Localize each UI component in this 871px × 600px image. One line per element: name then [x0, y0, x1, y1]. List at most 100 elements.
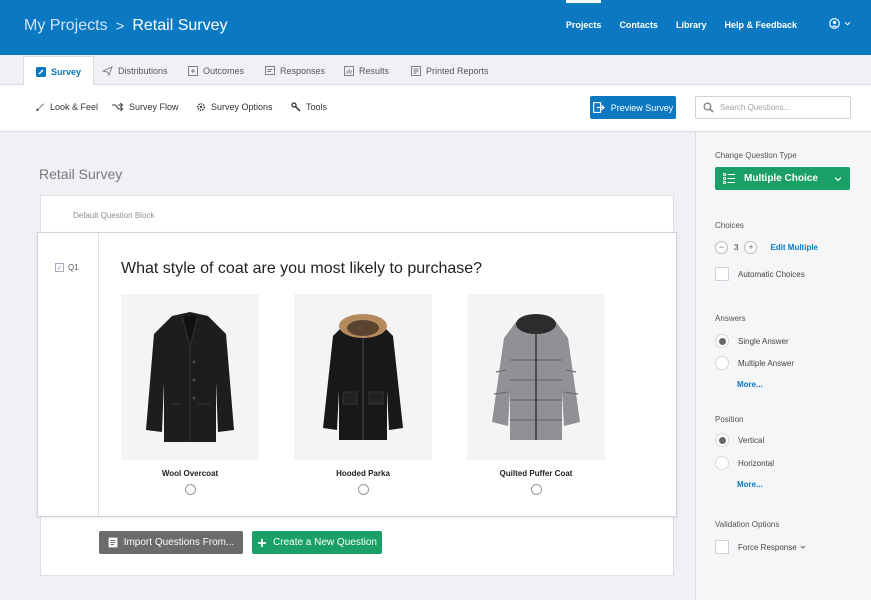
- user-menu[interactable]: [829, 18, 851, 29]
- tab-survey[interactable]: Survey: [23, 56, 95, 86]
- choice-label: Hooded Parka: [336, 469, 390, 478]
- breadcrumb-current: Retail Survey: [132, 17, 228, 34]
- results-icon: [344, 65, 354, 76]
- question-text[interactable]: What style of coat are you most likely t…: [121, 260, 482, 278]
- top-nav: Projects Contacts Library Help & Feedbac…: [565, 0, 797, 30]
- checkbox-icon: ✓: [55, 263, 64, 272]
- tab-results[interactable]: Results: [344, 56, 389, 85]
- import-questions-button[interactable]: Import Questions From...: [99, 531, 243, 554]
- search-box: [695, 96, 851, 119]
- vertical-radio[interactable]: [715, 433, 729, 447]
- preview-survey-button[interactable]: Preview Survey: [590, 96, 676, 119]
- nav-help-feedback[interactable]: Help & Feedback: [724, 20, 797, 30]
- choices-stepper: − 3 + Edit Multiple: [715, 241, 818, 254]
- question-select[interactable]: ✓ Q1: [55, 263, 79, 272]
- tab-printed-reports-label: Printed Reports: [426, 65, 489, 76]
- question-card[interactable]: ✓ Q1 What style of coat are you most lik…: [37, 232, 677, 517]
- tab-distributions[interactable]: Distributions: [102, 56, 168, 85]
- question-gutter: ✓ Q1: [38, 233, 99, 516]
- force-response-checkbox[interactable]: [715, 540, 729, 554]
- nav-library[interactable]: Library: [676, 20, 707, 30]
- edit-multiple-link[interactable]: Edit Multiple: [770, 243, 818, 252]
- plus-icon: [258, 538, 267, 547]
- tab-results-label: Results: [359, 65, 390, 76]
- send-icon: [102, 65, 113, 76]
- survey-flow-label: Survey Flow: [129, 102, 179, 112]
- survey-options-label: Survey Options: [211, 102, 273, 112]
- chevron-down-icon: [834, 176, 842, 181]
- caret-down-icon[interactable]: [800, 544, 806, 550]
- breadcrumb: My Projects > Retail Survey: [24, 17, 228, 35]
- answers-more-link[interactable]: More...: [737, 380, 763, 389]
- automatic-choices-label: Automatic Choices: [738, 269, 805, 279]
- wrench-icon: [291, 102, 301, 112]
- choice-item[interactable]: Hooded Parka: [294, 294, 432, 495]
- multiple-answer-label: Multiple Answer: [738, 358, 795, 368]
- top-bar: My Projects > Retail Survey Projects Con…: [0, 0, 871, 55]
- paint-brush-icon: [36, 103, 44, 111]
- choice-label: Wool Overcoat: [161, 469, 219, 478]
- chevron-down-icon: [844, 21, 851, 26]
- choice-item[interactable]: Wool Overcoat: [121, 294, 259, 495]
- tab-survey-label: Survey: [51, 66, 82, 77]
- question-type-value: Multiple Choice: [744, 173, 818, 184]
- wool-overcoat-image: [121, 294, 259, 460]
- question-options-panel: Change Question Type Multiple Choice Cho…: [695, 132, 871, 600]
- breadcrumb-my-projects[interactable]: My Projects: [24, 17, 108, 35]
- question-number: Q1: [68, 263, 79, 272]
- horizontal-radio[interactable]: [715, 456, 729, 470]
- user-circle-icon: [829, 18, 840, 29]
- survey-flow-button[interactable]: Survey Flow: [111, 102, 179, 112]
- pencil-icon: [36, 66, 46, 77]
- horizontal-label: Horizontal: [738, 458, 775, 468]
- single-answer-label: Single Answer: [738, 336, 789, 346]
- choices-count: 3: [734, 243, 739, 252]
- choice-label: Quilted Puffer Coat: [499, 469, 573, 478]
- nav-projects[interactable]: Projects: [565, 0, 601, 30]
- question-type-dropdown[interactable]: Multiple Choice: [715, 167, 850, 190]
- decrease-choices-button[interactable]: −: [715, 241, 728, 254]
- choice-radio[interactable]: [184, 484, 196, 495]
- survey-options-button[interactable]: Survey Options: [196, 102, 273, 112]
- choice-radio[interactable]: [530, 484, 542, 495]
- nav-contacts[interactable]: Contacts: [619, 20, 658, 30]
- look-feel-label: Look & Feel: [50, 102, 99, 112]
- tab-responses-label: Responses: [280, 65, 326, 76]
- gear-icon: [196, 102, 206, 112]
- tab-outcomes-label: Outcomes: [203, 65, 245, 76]
- tab-outcomes[interactable]: Outcomes: [188, 56, 244, 85]
- create-question-button[interactable]: Create a New Question: [252, 531, 382, 554]
- validation-options-label: Validation Options: [715, 520, 780, 529]
- choices-label: Choices: [715, 221, 744, 230]
- block-name[interactable]: Default Question Block: [73, 211, 154, 220]
- look-feel-button[interactable]: Look & Feel: [35, 102, 98, 112]
- document-icon: [108, 537, 118, 548]
- survey-toolbar: Look & Feel Survey Flow Survey Options T…: [0, 85, 871, 132]
- search-questions-input[interactable]: [720, 103, 840, 112]
- tab-bar: Survey Distributions Outcomes Responses …: [0, 55, 871, 86]
- responses-icon: [265, 65, 275, 75]
- tab-responses[interactable]: Responses: [265, 56, 325, 85]
- vertical-label: Vertical: [738, 435, 765, 445]
- increase-choices-button[interactable]: +: [744, 241, 758, 254]
- tab-printed-reports[interactable]: Printed Reports: [411, 56, 489, 85]
- multiple-answer-option[interactable]: Multiple Answer: [715, 356, 794, 370]
- tools-button[interactable]: Tools: [291, 102, 327, 112]
- search-icon: [703, 102, 714, 113]
- multiple-answer-radio[interactable]: [715, 356, 729, 370]
- automatic-choices-checkbox[interactable]: [715, 267, 729, 281]
- single-answer-radio[interactable]: [715, 334, 729, 348]
- change-question-type-label: Change Question Type: [715, 151, 797, 160]
- force-response-option[interactable]: Force Response: [715, 540, 806, 554]
- hooded-parka-image: [294, 294, 432, 460]
- position-more-link[interactable]: More...: [737, 480, 763, 489]
- single-answer-option[interactable]: Single Answer: [715, 334, 789, 348]
- choice-item[interactable]: Quilted Puffer Coat: [467, 294, 605, 495]
- force-response-label: Force Response: [738, 542, 797, 552]
- tools-label: Tools: [306, 102, 328, 112]
- automatic-choices-option[interactable]: Automatic Choices: [715, 267, 805, 281]
- vertical-option[interactable]: Vertical: [715, 433, 764, 447]
- horizontal-option[interactable]: Horizontal: [715, 456, 774, 470]
- outcomes-icon: [188, 65, 198, 76]
- choice-radio[interactable]: [357, 484, 369, 495]
